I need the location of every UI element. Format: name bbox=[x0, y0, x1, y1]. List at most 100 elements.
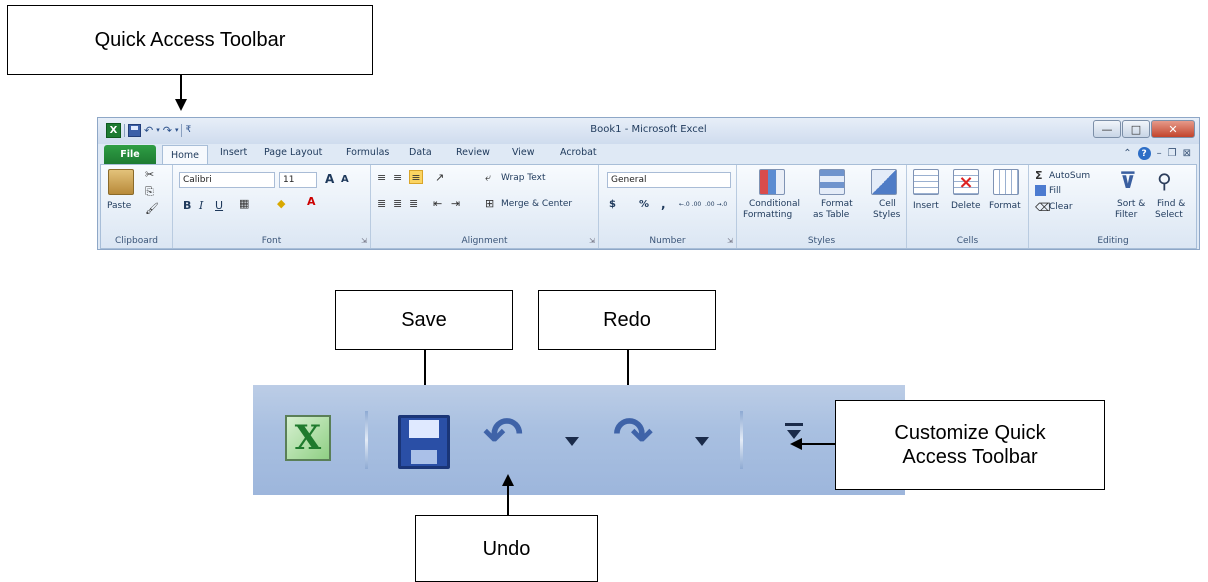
cut-icon[interactable]: ✂ bbox=[145, 168, 154, 181]
wrap-text-icon[interactable]: ⤶ bbox=[485, 171, 491, 185]
tab-data[interactable]: Data bbox=[409, 147, 432, 158]
borders-icon[interactable]: ▦ bbox=[239, 197, 249, 210]
bottom-align-icon[interactable]: ≡ bbox=[409, 170, 423, 184]
callout-customize-line1: Customize Quick bbox=[894, 422, 1046, 444]
find-select-label-2[interactable]: Select bbox=[1155, 210, 1183, 220]
orientation-icon[interactable]: ↗ bbox=[435, 171, 444, 184]
redo-dropdown-icon[interactable] bbox=[695, 437, 709, 446]
tab-formulas[interactable]: Formulas bbox=[346, 147, 389, 158]
font-color-icon[interactable]: A bbox=[307, 195, 316, 208]
callout-redo: Redo bbox=[538, 290, 716, 350]
binoculars-icon[interactable]: ⚲ bbox=[1157, 169, 1172, 193]
tab-file[interactable]: File bbox=[104, 145, 156, 164]
grow-font-button[interactable]: A bbox=[325, 172, 334, 186]
align-right-icon[interactable]: ≣ bbox=[409, 197, 418, 210]
maximize-button[interactable]: □ bbox=[1122, 120, 1150, 138]
undo-icon[interactable]: ↶ bbox=[483, 407, 523, 463]
format-as-table-icon[interactable] bbox=[819, 169, 845, 195]
callout-arrowhead bbox=[175, 99, 187, 111]
redo-icon[interactable]: ↷ bbox=[613, 407, 653, 463]
insert-cells-button[interactable]: Insert bbox=[913, 201, 939, 211]
paste-icon[interactable] bbox=[108, 169, 134, 195]
callout-save: Save bbox=[335, 290, 513, 350]
excel-window: X ↶ ▾ ↷ ▾ ₹ Book1 - Microsoft Excel — □ … bbox=[97, 117, 1200, 250]
tab-review[interactable]: Review bbox=[456, 147, 490, 158]
callout-arrow bbox=[180, 75, 182, 100]
restore-window-icon[interactable]: ❐ bbox=[1168, 148, 1177, 159]
font-name-select[interactable]: Calibri bbox=[179, 172, 275, 188]
minimize-button[interactable]: — bbox=[1093, 120, 1121, 138]
tab-home[interactable]: Home bbox=[162, 145, 208, 164]
close-button[interactable]: ✕ bbox=[1151, 120, 1195, 138]
autosum-button[interactable]: AutoSum bbox=[1049, 171, 1090, 181]
font-size-select[interactable]: 11 bbox=[279, 172, 317, 188]
copy-icon[interactable]: ⎘ bbox=[145, 185, 154, 199]
merge-center-icon[interactable]: ⊞ bbox=[485, 197, 494, 210]
tab-acrobat[interactable]: Acrobat bbox=[560, 147, 597, 158]
increase-decimal-button[interactable]: ←.0 .00 bbox=[679, 201, 701, 208]
insert-cells-icon[interactable] bbox=[913, 169, 939, 195]
merge-center-button[interactable]: Merge & Center bbox=[501, 199, 572, 209]
delete-cells-button[interactable]: Delete bbox=[951, 201, 981, 211]
close-window-icon[interactable]: ⊠ bbox=[1183, 148, 1191, 159]
number-format-select[interactable]: General bbox=[607, 172, 731, 188]
tab-view[interactable]: View bbox=[512, 147, 535, 158]
increase-indent-icon[interactable]: ⇥ bbox=[451, 197, 460, 210]
clear-button[interactable]: Clear bbox=[1049, 202, 1073, 212]
undo-dropdown-icon[interactable] bbox=[565, 437, 579, 446]
conditional-formatting-label-2[interactable]: Formatting bbox=[743, 210, 792, 220]
sort-filter-icon[interactable]: ⊽ bbox=[1119, 169, 1137, 194]
save-icon[interactable] bbox=[398, 415, 450, 469]
align-center-icon[interactable]: ≣ bbox=[393, 197, 402, 210]
fill-icon[interactable] bbox=[1035, 185, 1046, 196]
dialog-launcher-icon[interactable]: ⇲ bbox=[727, 237, 733, 245]
find-select-label[interactable]: Find & bbox=[1157, 199, 1185, 209]
wrap-text-button[interactable]: Wrap Text bbox=[501, 173, 546, 183]
decrease-indent-icon[interactable]: ⇤ bbox=[433, 197, 442, 210]
middle-align-icon[interactable]: ≡ bbox=[393, 171, 402, 184]
group-styles: Conditional Formatting Format as Table C… bbox=[737, 165, 907, 248]
align-left-icon[interactable]: ≣ bbox=[377, 197, 386, 210]
cell-styles-label[interactable]: Cell bbox=[879, 199, 896, 209]
underline-button[interactable]: U bbox=[215, 199, 223, 212]
group-label: Font bbox=[261, 236, 282, 246]
conditional-formatting-label[interactable]: Conditional bbox=[749, 199, 800, 209]
sort-filter-label[interactable]: Sort & bbox=[1117, 199, 1145, 209]
dialog-launcher-icon[interactable]: ⇲ bbox=[361, 237, 367, 245]
dialog-launcher-icon[interactable]: ⇲ bbox=[589, 237, 595, 245]
cell-styles-icon[interactable] bbox=[871, 169, 897, 195]
paste-button-label[interactable]: Paste bbox=[107, 201, 131, 211]
format-as-table-label-2[interactable]: as Table bbox=[813, 210, 849, 220]
autosum-icon[interactable]: Σ bbox=[1035, 169, 1043, 182]
format-cells-button[interactable]: Format bbox=[989, 201, 1021, 211]
minimize-ribbon-icon[interactable]: ⌃ bbox=[1123, 148, 1131, 159]
format-cells-icon[interactable] bbox=[993, 169, 1019, 195]
customize-qat-icon[interactable] bbox=[785, 423, 803, 439]
callout-customize-qat: Customize Quick Access Toolbar bbox=[835, 400, 1105, 490]
sort-filter-label-2[interactable]: Filter bbox=[1115, 210, 1137, 220]
shrink-font-button[interactable]: A bbox=[341, 174, 349, 185]
tab-insert[interactable]: Insert bbox=[220, 147, 247, 158]
currency-button[interactable]: $ bbox=[609, 199, 616, 210]
fill-color-icon[interactable]: ◆ bbox=[277, 197, 285, 210]
percent-button[interactable]: % bbox=[639, 199, 649, 210]
decrease-decimal-button[interactable]: .00 →.0 bbox=[705, 201, 727, 208]
conditional-formatting-icon[interactable] bbox=[759, 169, 785, 195]
fill-button[interactable]: Fill bbox=[1049, 186, 1061, 196]
italic-button[interactable]: I bbox=[199, 199, 203, 212]
comma-button[interactable]: , bbox=[661, 197, 666, 211]
delete-cells-icon[interactable]: × bbox=[953, 169, 979, 195]
callout-arrowhead bbox=[790, 438, 802, 450]
window-controls: — □ ✕ bbox=[1093, 120, 1195, 138]
cell-styles-label-2[interactable]: Styles bbox=[873, 210, 900, 220]
top-align-icon[interactable]: ≡ bbox=[377, 171, 386, 184]
title-bar: X ↶ ▾ ↷ ▾ ₹ Book1 - Microsoft Excel — □ … bbox=[98, 118, 1199, 144]
tab-page-layout[interactable]: Page Layout bbox=[264, 147, 322, 158]
bold-button[interactable]: B bbox=[183, 199, 191, 212]
format-as-table-label[interactable]: Format bbox=[821, 199, 853, 209]
excel-icon[interactable]: X bbox=[285, 415, 331, 461]
group-label: Clipboard bbox=[115, 236, 158, 246]
format-painter-icon[interactable]: 🖌 bbox=[145, 202, 159, 215]
help-icon[interactable]: ? bbox=[1137, 147, 1151, 160]
minimize-window-icon[interactable]: – bbox=[1157, 148, 1162, 159]
